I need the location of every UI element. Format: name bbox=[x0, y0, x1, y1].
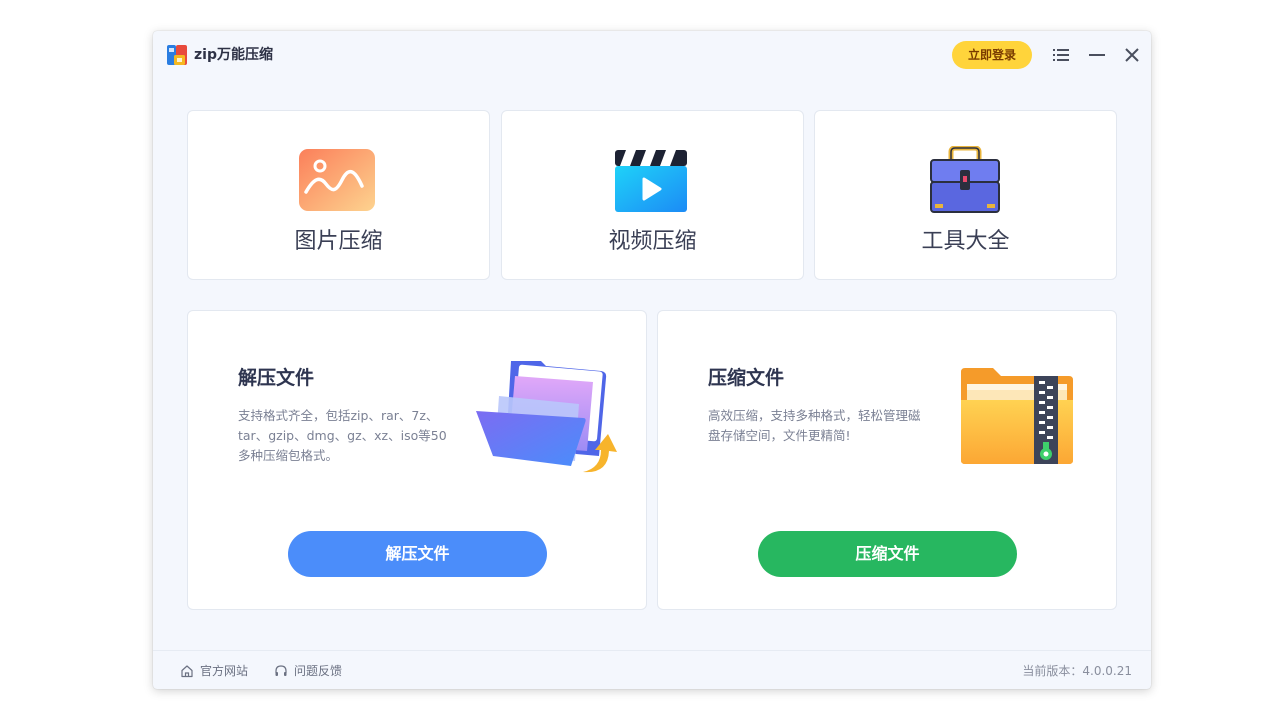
minimize-icon[interactable] bbox=[1087, 45, 1107, 65]
feedback-link[interactable]: 问题反馈 bbox=[274, 663, 342, 679]
version-text: 当前版本：4.0.0.21 bbox=[1022, 664, 1132, 678]
folder-open-icon bbox=[476, 361, 617, 473]
feature-label: 工具大全 bbox=[921, 229, 1010, 254]
feature-label: 图片压缩 bbox=[294, 229, 383, 254]
decompress-description: 支持格式齐全，包括zip、rar、7z、tar、gzip、dmg、gz、xz、i… bbox=[238, 408, 447, 463]
toolbox-card[interactable]: 工具大全 bbox=[814, 110, 1117, 280]
login-button[interactable]: 立即登录 bbox=[952, 41, 1032, 69]
footer: 官方网站 问题反馈 当前版本：4.0.0.21 bbox=[153, 650, 1151, 689]
video-compress-card[interactable]: 视频压缩 bbox=[501, 110, 804, 280]
app-title: zip万能压缩 bbox=[194, 47, 273, 63]
app-window: zip万能压缩 立即登录 图片压缩 视频压缩 工具大全 解压文件 支持格式齐全，… bbox=[153, 31, 1151, 689]
decompress-card: 解压文件 支持格式齐全，包括zip、rar、7z、tar、gzip、dmg、gz… bbox=[187, 310, 647, 610]
home-icon bbox=[181, 665, 193, 678]
menu-icon[interactable] bbox=[1051, 45, 1071, 65]
app-logo-icon bbox=[167, 45, 187, 65]
image-icon bbox=[299, 149, 375, 211]
title-bar: zip万能压缩 立即登录 bbox=[153, 31, 1151, 79]
feature-label: 视频压缩 bbox=[608, 229, 697, 254]
compress-card: 压缩文件 高效压缩，支持多种格式，轻松管理磁盘存储空间，文件更精简! 压缩文件 bbox=[657, 310, 1117, 610]
toolbox-icon bbox=[930, 146, 1000, 213]
zip-folder-icon bbox=[961, 368, 1073, 464]
headset-icon bbox=[275, 665, 287, 676]
official-website-link[interactable]: 官方网站 bbox=[180, 663, 248, 679]
video-clapper-icon bbox=[615, 150, 687, 212]
compress-button[interactable]: 压缩文件 bbox=[758, 531, 1017, 577]
image-compress-card[interactable]: 图片压缩 bbox=[187, 110, 490, 280]
close-icon[interactable] bbox=[1122, 45, 1142, 65]
decompress-title: 解压文件 bbox=[238, 367, 315, 389]
decompress-button[interactable]: 解压文件 bbox=[288, 531, 547, 577]
compress-description: 高效压缩，支持多种格式，轻松管理磁盘存储空间，文件更精简! bbox=[708, 408, 921, 443]
compress-title: 压缩文件 bbox=[708, 367, 785, 389]
